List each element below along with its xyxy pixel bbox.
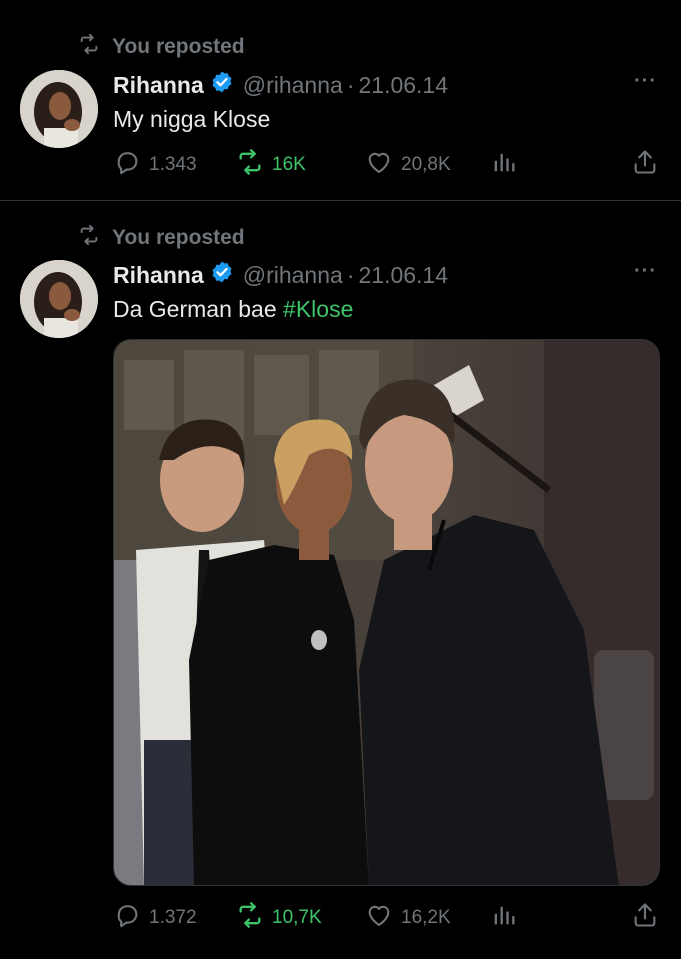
- repost-icon: [236, 148, 264, 182]
- views-icon: [490, 901, 518, 935]
- separator-dot: ·: [346, 261, 355, 288]
- tweet-text: My nigga Klose: [113, 106, 271, 132]
- tweet-text-body: Da German bae: [113, 296, 277, 322]
- tweet-text: Da German bae #Klose: [113, 296, 353, 323]
- tweet-2[interactable]: You reposted Rihanna @rihanna · 21.06.14…: [0, 202, 681, 959]
- tweet-photo[interactable]: [113, 339, 660, 886]
- tweet-date[interactable]: 21.06.14: [358, 72, 448, 99]
- repost-button[interactable]: 10,7K: [236, 901, 322, 935]
- repost-button[interactable]: 16K: [236, 148, 306, 182]
- avatar[interactable]: [20, 70, 98, 148]
- author-handle[interactable]: @rihanna: [243, 262, 343, 289]
- action-bar: 1.343 16K 20,8K: [113, 148, 661, 178]
- repost-icon: [76, 224, 102, 252]
- share-icon: [631, 901, 659, 935]
- repost-icon: [76, 33, 102, 61]
- like-count: 16,2K: [401, 907, 451, 928]
- reply-button[interactable]: 1.343: [113, 148, 197, 182]
- repost-count: 16K: [272, 154, 306, 175]
- repost-label: You reposted: [112, 226, 245, 249]
- repost-indicator: You reposted: [76, 224, 245, 252]
- verified-badge-icon: [204, 260, 243, 290]
- repost-label: You reposted: [112, 35, 245, 58]
- repost-indicator: You reposted: [76, 33, 245, 61]
- views-button[interactable]: [490, 901, 518, 935]
- hashtag-link[interactable]: #Klose: [283, 296, 353, 322]
- reply-icon: [113, 901, 141, 935]
- separator-dot: ·: [346, 71, 355, 98]
- author-name[interactable]: Rihanna: [113, 262, 204, 289]
- tweet-header: Rihanna @rihanna · 21.06.14: [113, 70, 448, 100]
- repost-count: 10,7K: [272, 907, 322, 928]
- like-icon: [365, 148, 393, 182]
- more-icon[interactable]: ···: [634, 260, 657, 283]
- share-button[interactable]: [631, 901, 659, 935]
- views-button[interactable]: [490, 148, 518, 182]
- author-handle[interactable]: @rihanna: [243, 72, 343, 99]
- reply-button[interactable]: 1.372: [113, 901, 197, 935]
- like-button[interactable]: 16,2K: [365, 901, 451, 935]
- reply-count: 1.372: [149, 907, 197, 928]
- more-icon[interactable]: ···: [634, 70, 657, 93]
- reply-count: 1.343: [149, 154, 197, 175]
- reply-icon: [113, 148, 141, 182]
- like-button[interactable]: 20,8K: [365, 148, 451, 182]
- avatar[interactable]: [20, 260, 98, 338]
- views-icon: [490, 148, 518, 182]
- author-name[interactable]: Rihanna: [113, 72, 204, 99]
- share-button[interactable]: [631, 148, 659, 182]
- verified-badge-icon: [204, 70, 243, 100]
- action-bar: 1.372 10,7K 16,2K: [113, 901, 661, 931]
- tweet-date[interactable]: 21.06.14: [358, 262, 448, 289]
- like-icon: [365, 901, 393, 935]
- tweet-1[interactable]: You reposted Rihanna @rihanna · 21.06.14…: [0, 0, 681, 200]
- share-icon: [631, 148, 659, 182]
- like-count: 20,8K: [401, 154, 451, 175]
- tweet-header: Rihanna @rihanna · 21.06.14: [113, 260, 448, 290]
- repost-icon: [236, 901, 264, 935]
- tweet-divider: [0, 200, 681, 201]
